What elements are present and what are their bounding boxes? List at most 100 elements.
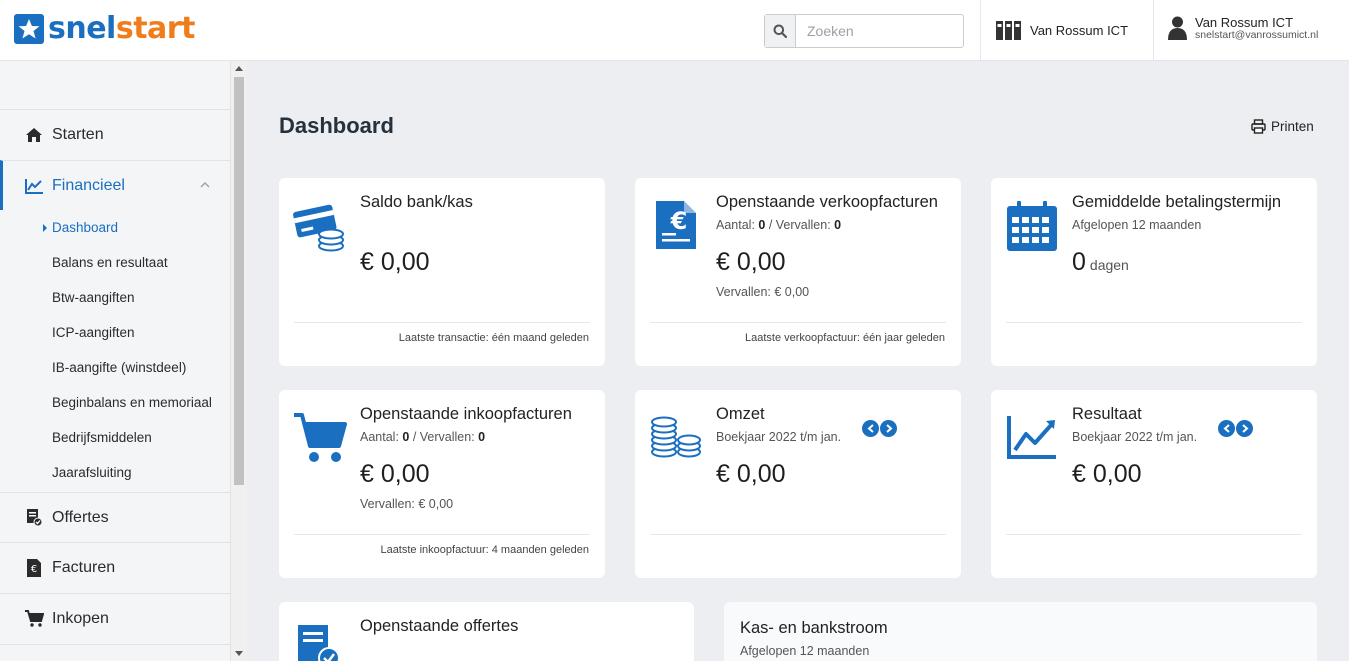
- sidebar-item-label: Facturen: [52, 558, 116, 576]
- company-name: Van Rossum ICT: [1030, 22, 1129, 38]
- card-resultaat[interactable]: Resultaat Boekjaar 2022 t/m jan. € 0,00: [991, 390, 1317, 578]
- sidebar-subitem-jaarafsluiting[interactable]: Jaarafsluiting: [52, 463, 132, 483]
- count-label: Aantal:: [716, 218, 755, 232]
- card-value: 0 dagen: [1072, 248, 1129, 277]
- card-title: Openstaande offertes: [360, 617, 519, 635]
- overdue-value: 0: [478, 430, 486, 444]
- binders-icon: [996, 21, 1021, 40]
- svg-text:€: €: [31, 564, 37, 575]
- card-omzet[interactable]: Omzet Boekjaar 2022 t/m jan. € 0,00: [635, 390, 961, 578]
- card-title: Saldo bank/kas: [360, 193, 473, 211]
- card-kas-en-bankstroom[interactable]: Kas- en bankstroom Afgelopen 12 maanden: [724, 602, 1317, 661]
- company-switcher[interactable]: Van Rossum ICT: [996, 20, 1128, 40]
- scroll-up-icon[interactable]: [235, 66, 243, 71]
- card-divider: [650, 322, 946, 323]
- sidebar-item-inkopen[interactable]: Inkopen: [0, 593, 230, 643]
- page-title: Dashboard: [279, 113, 394, 138]
- count-label: Aantal:: [360, 430, 399, 444]
- card-value: € 0,00: [360, 248, 430, 276]
- card-subtitle: Boekjaar 2022 t/m jan.: [716, 430, 842, 444]
- print-button[interactable]: Printen: [1251, 119, 1314, 134]
- sidebar-item-facturen[interactable]: € Facturen: [0, 542, 230, 592]
- sidebar: Starten Financieel Dashboard Balans en r…: [0, 61, 230, 661]
- card-value: € 0,00: [360, 460, 430, 488]
- previous-period-button[interactable]: [1218, 420, 1235, 437]
- sidebar-subitem-bedrijfsmiddelen[interactable]: Bedrijfsmiddelen: [52, 428, 152, 448]
- next-period-button[interactable]: [880, 420, 897, 437]
- bank-card-coins-icon: [293, 202, 347, 257]
- card-divider: [1006, 322, 1302, 323]
- period-navigation: [1218, 420, 1253, 437]
- card-value: € 0,00: [716, 248, 786, 276]
- card-title: Openstaande verkoopfacturen: [716, 193, 938, 211]
- card-overdue-amount: Vervallen: € 0,00: [716, 285, 810, 299]
- print-label: Printen: [1271, 119, 1314, 134]
- next-period-button[interactable]: [1236, 420, 1253, 437]
- scroll-thumb[interactable]: [234, 77, 244, 485]
- card-divider: [294, 534, 590, 535]
- caret-right-icon: [43, 224, 47, 232]
- sidebar-subitem-beginbalans[interactable]: Beginbalans en memoriaal: [52, 393, 212, 413]
- termijn-unit: dagen: [1089, 257, 1129, 273]
- snelstart-logo[interactable]: snelstart: [14, 12, 195, 46]
- card-footer: Laatste verkoopfactuur: één jaar geleden: [745, 332, 945, 344]
- card-footer: Laatste transactie: één maand geleden: [398, 332, 589, 344]
- top-header: snelstart Van Rossum ICT Van Rossum ICT …: [0, 0, 1349, 61]
- card-subtitle: Boekjaar 2022 t/m jan.: [1072, 430, 1198, 444]
- sidebar-scrollbar[interactable]: [230, 61, 247, 661]
- quote-doc-icon: [24, 508, 44, 527]
- card-title: Gemiddelde betalingstermijn: [1072, 193, 1282, 211]
- card-title: Kas- en bankstroom: [740, 619, 888, 637]
- sidebar-item-starten[interactable]: Starten: [0, 109, 230, 159]
- sidebar-subitem-balans[interactable]: Balans en resultaat: [52, 253, 168, 273]
- chart-line-icon: [24, 178, 44, 194]
- previous-period-button[interactable]: [862, 420, 879, 437]
- sidebar-subitem-label: Dashboard: [52, 220, 119, 235]
- card-openstaande-verkoopfacturen[interactable]: € Openstaande verkoopfacturen Aantal: 0 …: [635, 178, 961, 366]
- sidebar-subitem-icp[interactable]: ICP-aangiften: [52, 323, 135, 343]
- card-saldo-bank-kas[interactable]: Saldo bank/kas € 0,00 Laatste transactie…: [279, 178, 605, 366]
- card-gemiddelde-betalingstermijn[interactable]: Gemiddelde betalingstermijn Afgelopen 12…: [991, 178, 1317, 366]
- coins-icon: [650, 416, 702, 465]
- sidebar-subitem-btw[interactable]: Btw-aangiften: [52, 288, 135, 308]
- star-logo-icon: [14, 14, 44, 44]
- overdue-label: / Vervallen:: [412, 430, 475, 444]
- calendar-icon: [1006, 200, 1058, 257]
- sidebar-item-label: Inkopen: [52, 609, 109, 627]
- scroll-down-icon[interactable]: [235, 651, 243, 656]
- sidebar-subitem-ib-aangifte[interactable]: IB-aangifte (winstdeel): [52, 358, 186, 378]
- user-icon: [1168, 16, 1187, 40]
- card-divider: [650, 534, 946, 535]
- termijn-value: 0: [1072, 248, 1086, 276]
- search-input[interactable]: [796, 15, 956, 47]
- sidebar-subitem-dashboard[interactable]: Dashboard: [43, 218, 119, 238]
- card-subtitle: Afgelopen 12 maanden: [740, 644, 870, 658]
- home-icon: [24, 127, 44, 143]
- sidebar-item-offertes[interactable]: Offertes: [0, 492, 230, 542]
- card-value: € 0,00: [1072, 460, 1142, 488]
- header-divider: [1153, 0, 1154, 61]
- chart-line-icon: [1006, 414, 1058, 465]
- user-email: snelstart@vanrossumict.nl: [1195, 29, 1319, 41]
- user-name: Van Rossum ICT: [1195, 15, 1294, 30]
- card-openstaande-inkoopfacturen[interactable]: Openstaande inkoopfacturen Aantal: 0 / V…: [279, 390, 605, 578]
- card-title: Omzet: [716, 405, 765, 423]
- sidebar-item-more: [0, 644, 230, 661]
- cart-icon: [24, 610, 44, 627]
- chevron-up-icon: [200, 182, 210, 188]
- card-value: € 0,00: [716, 460, 786, 488]
- chevron-left-icon: [1222, 424, 1230, 433]
- card-openstaande-offertes[interactable]: Openstaande offertes: [279, 602, 694, 661]
- chevron-right-icon: [1241, 424, 1249, 433]
- quote-doc-icon: [297, 624, 343, 661]
- invoice-euro-icon: €: [654, 199, 698, 256]
- count-value: 0: [758, 218, 766, 232]
- user-menu[interactable]: Van Rossum ICT snelstart@vanrossumict.nl: [1168, 16, 1318, 42]
- search-button[interactable]: [765, 15, 796, 47]
- card-subtitle: Aantal: 0 / Vervallen: 0: [360, 430, 485, 444]
- card-subtitle: Aantal: 0 / Vervallen: 0: [716, 218, 841, 232]
- card-subtitle: Afgelopen 12 maanden: [1072, 218, 1202, 232]
- count-value: 0: [402, 430, 410, 444]
- sidebar-item-label: Starten: [52, 125, 104, 143]
- sidebar-item-financieel[interactable]: Financieel: [0, 160, 230, 210]
